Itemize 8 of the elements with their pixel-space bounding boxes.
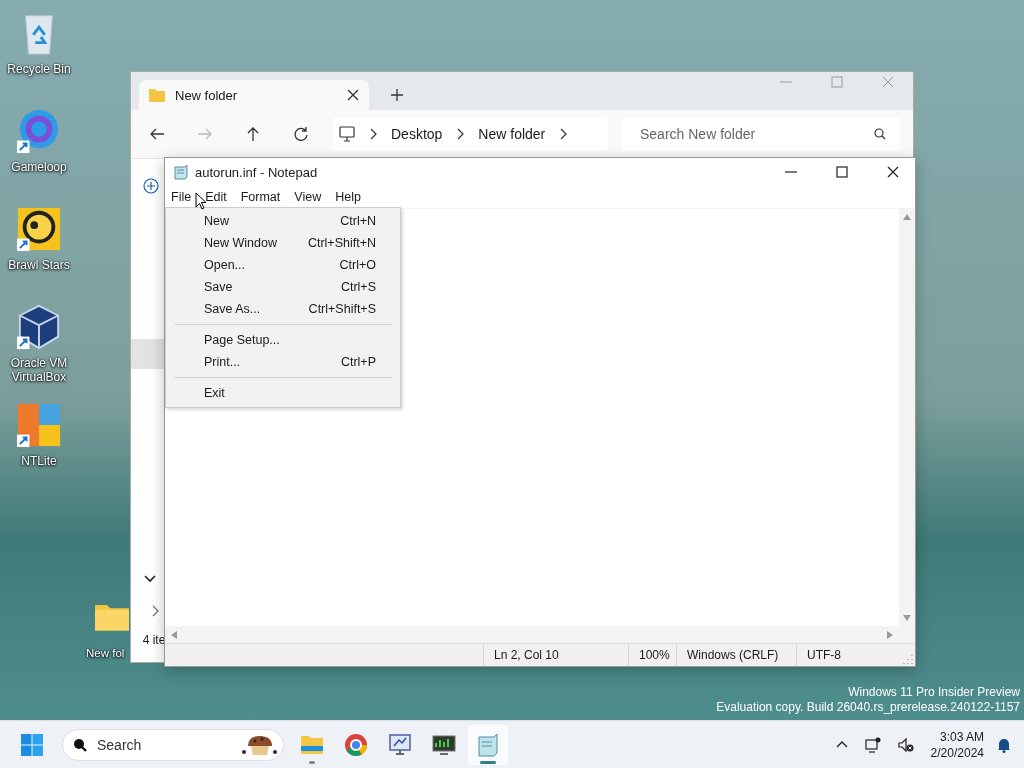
status-text: Windows (CRLF) bbox=[676, 644, 796, 666]
tab-label: New folder bbox=[175, 87, 239, 103]
window-title: autorun.inf - Notepad bbox=[195, 164, 318, 180]
status-text: Ln 2, Col 10 bbox=[483, 644, 628, 666]
build-info-text: Windows 11 Pro Insider Preview bbox=[848, 685, 1020, 700]
build-info-text: Evaluation copy. Build 26040.rs_prerelease.240122-1157 bbox=[716, 700, 1020, 715]
status-text: 100% bbox=[628, 644, 676, 666]
status-text: UTF-8 bbox=[796, 644, 903, 666]
